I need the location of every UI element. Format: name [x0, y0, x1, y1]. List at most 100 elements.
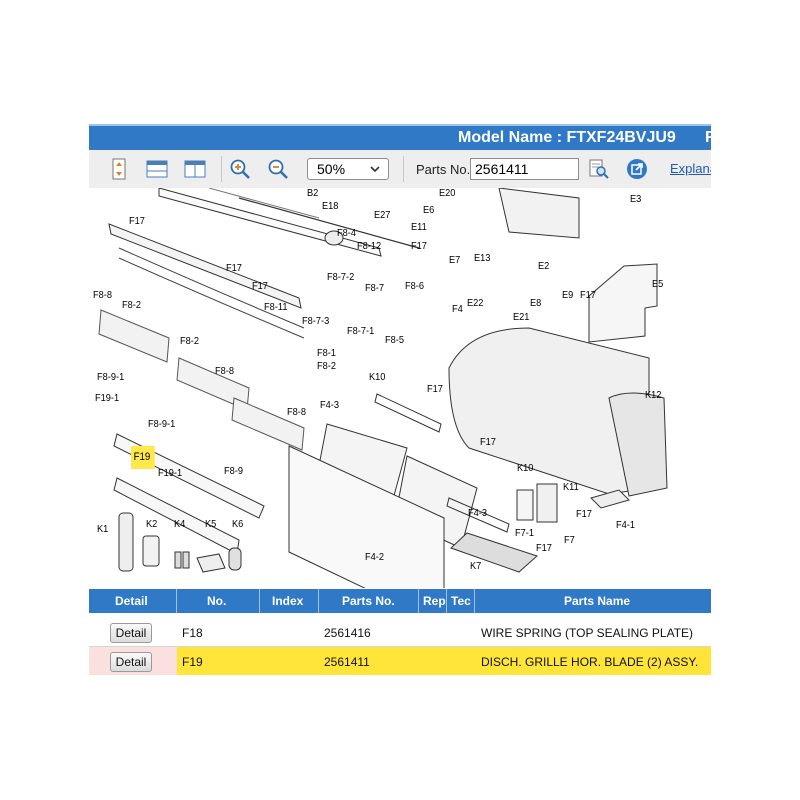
- callout-e13: E13: [474, 252, 491, 264]
- callout-f19-1-a: F19-1: [95, 392, 120, 404]
- callout-k10-b: K10: [517, 462, 534, 474]
- callout-f17-f: F17: [427, 383, 443, 395]
- split-view-button[interactable]: [182, 156, 208, 182]
- chevron-down-icon: [370, 166, 380, 173]
- search-part-button[interactable]: [586, 156, 612, 182]
- fit-width-button[interactable]: [144, 156, 170, 182]
- layout-columns-icon: [184, 160, 206, 178]
- callout-f8-12: F8-12: [357, 240, 382, 252]
- fit-height-button[interactable]: [106, 156, 132, 182]
- callout-e8: E8: [530, 297, 542, 309]
- exploded-parts-diagram: B2 E18 E27 E20 E6 E11 E3 F17 F8-4 F8-12 …: [89, 188, 711, 588]
- callout-f8-7: F8-7: [365, 282, 385, 294]
- callout-e20: E20: [439, 188, 456, 199]
- callout-f8-9-1-a: F8-9-1: [97, 371, 125, 383]
- callout-e9: E9: [562, 289, 574, 301]
- callout-k1: K1: [97, 523, 109, 535]
- fit-height-icon: [112, 158, 126, 180]
- row-parts-no: 2561411: [324, 655, 370, 669]
- open-external-button[interactable]: [624, 156, 650, 182]
- callout-f19-1-b: F19-1: [158, 467, 183, 479]
- col-parts-name: Parts Name: [564, 594, 631, 608]
- parts-catalog-window: Model Name : FTXF24BVJU9 F 50% Parts No.…: [89, 124, 711, 676]
- col-index: Index: [260, 589, 319, 613]
- row-no: F18: [182, 626, 203, 640]
- callout-e11: E11: [411, 221, 427, 233]
- zoom-in-icon: [230, 159, 250, 179]
- callout-f7-1: F7-1: [515, 527, 535, 539]
- parts-no-label: Parts No.: [416, 162, 471, 177]
- col-no: No.: [177, 589, 260, 613]
- callout-f8-9-1-b: F8-9-1: [148, 418, 176, 430]
- callout-f8-7-2: F8-7-2: [327, 271, 355, 283]
- callout-f17-b: F17: [411, 240, 427, 252]
- callout-f8-1: F8-1: [317, 347, 337, 359]
- callout-f17-h: F17: [576, 508, 592, 520]
- callout-f8-6: F8-6: [405, 280, 425, 292]
- callout-b2: B2: [307, 188, 319, 199]
- parts-no-input[interactable]: 2561411: [470, 158, 579, 180]
- callout-f8-2-b: F8-2: [180, 335, 200, 347]
- explanation-link[interactable]: Explana: [670, 161, 711, 176]
- table-row-selected[interactable]: Detail F19 2561411 DISCH. GRILLE HOR. BL…: [89, 647, 711, 675]
- callout-k4: K4: [174, 518, 186, 530]
- callout-f4-3-b: F4-3: [468, 507, 488, 519]
- callout-k5: K5: [205, 518, 217, 530]
- callout-f17-a: F17: [129, 215, 145, 227]
- detail-button[interactable]: Detail: [110, 623, 152, 643]
- row-parts-no: 2561416: [324, 626, 371, 640]
- callout-f17-e: F17: [580, 289, 596, 301]
- document-search-icon: [589, 159, 609, 179]
- callout-f19-highlighted[interactable]: F19: [131, 446, 155, 469]
- col-detail: Detail: [89, 589, 177, 613]
- callout-f8-2-a: F8-2: [122, 299, 142, 311]
- callout-f8-7-3: F8-7-3: [302, 315, 330, 327]
- model-name-title: Model Name : FTXF24BVJU9: [458, 129, 676, 146]
- callout-f8-8-a: F8-8: [93, 289, 113, 301]
- external-link-icon: [627, 159, 647, 179]
- detail-button[interactable]: Detail: [110, 652, 152, 672]
- callout-e7: E7: [449, 254, 461, 266]
- zoom-out-button[interactable]: [265, 156, 291, 182]
- callout-f4-1: F4-1: [616, 519, 636, 531]
- layout-rows-icon: [146, 160, 168, 178]
- callout-f8-9: F8-9: [224, 465, 244, 477]
- table-row[interactable]: Detail F18 2561416 WIRE SPRING (TOP SEAL…: [89, 618, 711, 647]
- callout-e18: E18: [322, 200, 339, 212]
- callout-f4-3-a: F4-3: [320, 399, 340, 411]
- callout-e5: E5: [652, 278, 664, 290]
- row-parts-name: DISCH. GRILLE HOR. BLADE (2) ASSY.: [481, 655, 699, 669]
- callout-k11: K11: [563, 481, 579, 493]
- zoom-level-value: 50%: [317, 161, 346, 177]
- callout-f17-c: F17: [226, 262, 242, 274]
- title-overflow-text: F: [705, 129, 711, 146]
- callout-f8-7-1: F8-7-1: [347, 325, 375, 337]
- callout-k7: K7: [470, 560, 482, 572]
- callout-e21: E21: [513, 311, 530, 323]
- parts-table-header: Detail No. Index Parts No. Rep Tec Parts…: [89, 589, 711, 613]
- zoom-level-select[interactable]: 50%: [307, 158, 389, 180]
- callout-f17-g: F17: [480, 436, 496, 448]
- toolbar: 50% Parts No. 2561411 Explana: [89, 150, 711, 189]
- callout-f8-8-c: F8-8: [287, 406, 307, 418]
- col-parts-no: Parts No.: [319, 589, 419, 613]
- callout-e6: E6: [423, 204, 435, 216]
- callout-f7: F7: [564, 534, 575, 546]
- callout-e22: E22: [467, 297, 484, 309]
- col-tec: Tec: [447, 589, 475, 613]
- callout-f8-8-b: F8-8: [215, 365, 235, 377]
- callout-f4: F4: [452, 303, 463, 315]
- callout-e27: E27: [374, 209, 391, 221]
- title-bar: Model Name : FTXF24BVJU9 F: [89, 124, 711, 150]
- col-rep: Rep: [419, 589, 447, 613]
- row-parts-name: WIRE SPRING (TOP SEALING PLATE): [481, 626, 694, 640]
- callout-k6: K6: [232, 518, 244, 530]
- callout-f17-i: F17: [536, 542, 552, 554]
- zoom-in-button[interactable]: [227, 156, 253, 182]
- row-no: F19: [182, 655, 203, 669]
- callout-f4-2: F4-2: [365, 551, 385, 563]
- callout-f17-d: F17: [252, 280, 268, 292]
- callout-e2: E2: [538, 260, 550, 272]
- callout-k2: K2: [146, 518, 158, 530]
- callout-f8-4: F8-4: [337, 227, 357, 239]
